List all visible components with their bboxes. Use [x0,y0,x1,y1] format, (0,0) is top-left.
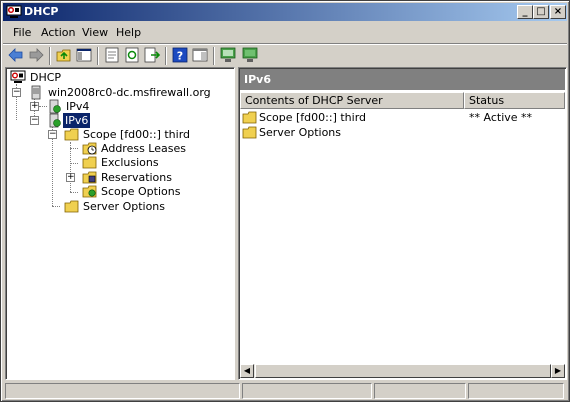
list-item-scope[interactable]: Scope [fd00::] third ** Active ** [242,110,562,125]
tree-label: IPv6 [61,112,92,129]
tree-label: Address Leases [101,142,186,155]
minimize-button[interactable]: _ [517,5,533,19]
server-icon [31,85,41,100]
details-header: IPv6 [240,69,565,90]
expand-toggle[interactable]: + [30,102,39,111]
tree-label: Server Options [83,200,166,213]
console-tree-icon[interactable] [191,46,209,64]
horizontal-scrollbar[interactable]: ◀ ▶ [240,364,565,378]
properties-icon[interactable] [103,46,121,64]
dhcp-window: DHCP _ □ × File Action View Help ? DHCP … [0,0,570,402]
folder-icon [64,200,79,213]
tree-item-reservations[interactable]: + Reservations [8,170,208,185]
close-button[interactable]: × [550,5,566,19]
reservations-icon [82,171,97,184]
menu-action[interactable]: Action [41,26,75,39]
collapse-toggle[interactable]: − [12,88,21,97]
list-item-name: Scope [fd00::] third [259,111,367,124]
tree-label: Scope Options [101,185,181,198]
tree-item-dhcp[interactable]: DHCP [8,70,208,85]
status-panel [5,383,240,399]
status-text: ** Active ** [469,111,533,124]
ipv6-icon [49,113,61,128]
column-header-contents[interactable]: Contents of DHCP Server [240,92,464,109]
toolbar-separator [97,47,99,65]
back-arrow-icon[interactable] [7,46,25,64]
tree-label: IPv4 [66,100,90,113]
up-folder-icon[interactable] [55,46,73,64]
console-tree-pane[interactable]: DHCP − win2008rc0-dc.msfirewall.org + IP… [5,67,235,380]
maximize-button[interactable]: □ [533,5,549,19]
tree-item-scope[interactable]: − Scope [fd00::] third [8,127,208,142]
toolbar-separator [49,47,51,65]
window-title: DHCP [24,5,59,18]
tree-item-address-leases[interactable]: Address Leases [8,141,208,156]
collapse-toggle[interactable]: − [48,130,57,139]
expand-toggle[interactable]: + [66,173,75,182]
folder-icon [64,128,79,141]
tree-item-exclusions[interactable]: Exclusions [8,155,208,170]
tree-item-server-options[interactable]: Server Options [8,199,208,214]
tree-label: win2008rc0-dc.msfirewall.org [48,86,211,99]
toolbar-separator [213,47,215,65]
collapse-toggle[interactable]: − [30,116,39,125]
status-bar [3,382,567,400]
scope-options-icon [82,185,97,198]
tree-label: Reservations [101,171,172,184]
help-icon[interactable]: ? [171,46,189,64]
svg-text:?: ? [177,50,183,63]
monitor-green-icon[interactable] [241,46,259,64]
scroll-right-button[interactable]: ▶ [551,364,565,378]
tree-item-server[interactable]: − win2008rc0-dc.msfirewall.org [8,85,228,100]
folder-icon [242,111,257,124]
monitor-icon[interactable] [219,46,237,64]
ipv4-icon [49,99,61,114]
status-panel [468,383,564,399]
show-tree-icon[interactable] [75,46,93,64]
export-list-icon[interactable] [143,46,161,64]
folder-icon [82,156,97,169]
tree-item-scope-options[interactable]: Scope Options [8,184,208,199]
tree-item-ipv4[interactable]: + IPv4 [8,99,208,114]
tree-label: DHCP [30,71,62,84]
toolbar-separator [165,47,167,65]
tree-label: Exclusions [101,156,159,169]
toolbar: ? [3,45,567,67]
column-header-status[interactable]: Status [464,92,565,109]
refresh-icon[interactable] [123,46,141,64]
menu-help[interactable]: Help [116,26,141,39]
dhcp-icon [6,5,22,18]
menu-view[interactable]: View [82,26,108,39]
scroll-left-button[interactable]: ◀ [240,364,254,378]
status-panel [242,383,372,399]
details-pane[interactable]: IPv6 Contents of DHCP Server Status Scop… [238,67,567,380]
title-bar[interactable]: DHCP _ □ × [3,3,567,21]
dhcp-icon [10,70,26,83]
status-panel [374,383,466,399]
menu-file[interactable]: File [13,26,31,39]
folder-icon [242,126,257,139]
tree-item-ipv6[interactable]: − IPv6 [8,112,208,129]
list-item-server-options[interactable]: Server Options [242,125,562,140]
forward-arrow-icon[interactable] [27,46,45,64]
address-leases-icon [82,142,97,155]
list-item-name: Server Options [259,126,342,139]
scroll-thumb[interactable] [255,364,551,378]
menu-bar: File Action View Help [3,23,567,43]
tree-label: Scope [fd00::] third [83,128,191,141]
